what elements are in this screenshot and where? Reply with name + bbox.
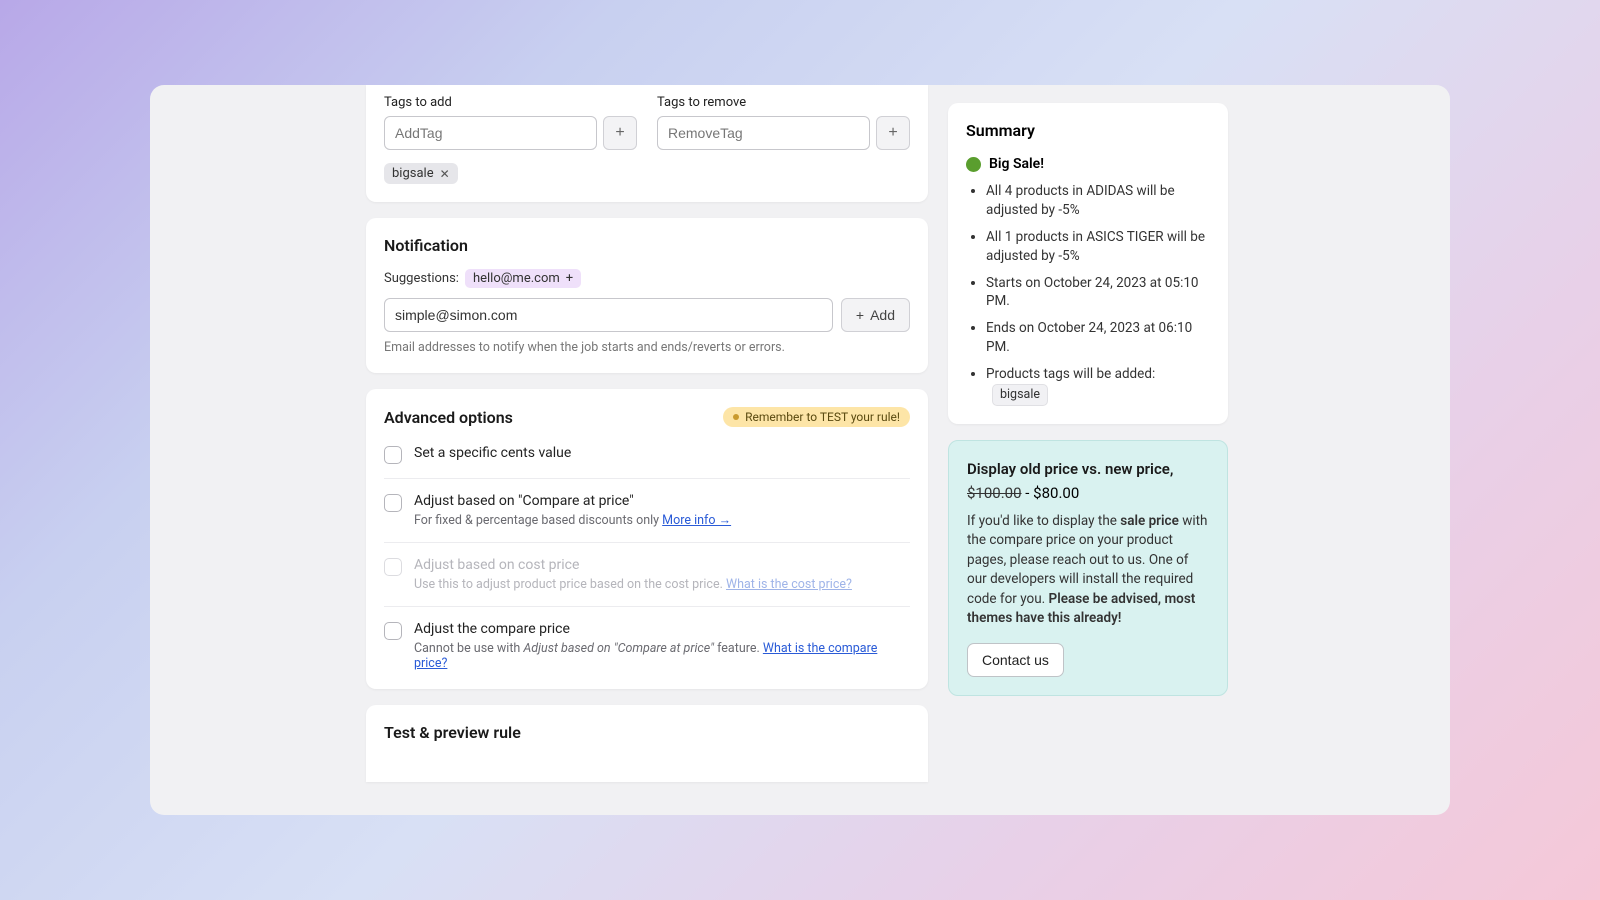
summary-item: All 1 products in ASICS TIGER will be ad…	[986, 228, 1210, 266]
tag-chip-label: bigsale	[392, 166, 434, 181]
tags-to-add-field: Tags to add +	[384, 95, 637, 150]
plus-icon: +	[566, 271, 573, 286]
test-warning-pill: Remember to TEST your rule!	[723, 407, 910, 427]
tags-to-remove-field: Tags to remove +	[657, 95, 910, 150]
summary-item-tags: Products tags will be added: bigsale	[986, 365, 1210, 405]
suggestions-label: Suggestions:	[384, 271, 459, 286]
summary-card: Summary Big Sale! All 4 products in ADID…	[948, 103, 1228, 424]
test-preview-title: Test & preview rule	[384, 723, 910, 742]
close-icon[interactable]: ✕	[440, 167, 450, 181]
tags-to-remove-label: Tags to remove	[657, 95, 910, 110]
suggestion-chip[interactable]: hello@me.com +	[465, 269, 581, 288]
checkbox	[384, 558, 402, 576]
tags-to-remove-input[interactable]	[657, 116, 870, 150]
option-subtext-italic: Adjust based on "Compare at price"	[523, 641, 714, 656]
app-shell: Tags to add + Tags to remove	[150, 85, 1450, 815]
option-compare-at-price: Adjust based on "Compare at price" For f…	[384, 478, 910, 542]
tag-chip-bigsale[interactable]: bigsale ✕	[384, 163, 458, 184]
option-subtext: For fixed & percentage based discounts o…	[414, 513, 662, 528]
summary-tag-chip: bigsale	[992, 384, 1048, 406]
notification-title: Notification	[384, 236, 910, 255]
option-title: Set a specific cents value	[414, 445, 910, 461]
info-card: Display old price vs. new price, $100.00…	[948, 440, 1228, 696]
notification-card: Notification Suggestions: hello@me.com +…	[366, 218, 928, 373]
plus-icon: +	[856, 307, 864, 323]
notification-email-input[interactable]	[384, 298, 833, 332]
add-email-label: Add	[870, 307, 895, 323]
left-spacer	[150, 85, 366, 815]
option-subtext: Use this to adjust product price based o…	[414, 577, 726, 592]
new-price: $80.00	[1033, 484, 1079, 502]
suggestion-email: hello@me.com	[473, 271, 560, 286]
test-preview-card: Test & preview rule	[366, 705, 928, 782]
status-dot-icon	[966, 157, 981, 172]
option-title: Adjust based on cost price	[414, 557, 910, 573]
summary-item: All 4 products in ADIDAS will be adjuste…	[986, 182, 1210, 220]
remove-tag-button[interactable]: +	[876, 116, 910, 150]
option-title: Adjust based on "Compare at price"	[414, 493, 910, 509]
option-title: Adjust the compare price	[414, 621, 910, 637]
option-adjust-compare-price: Adjust the compare price Cannot be use w…	[384, 606, 910, 685]
more-info-link[interactable]: More info →	[662, 513, 731, 528]
add-email-button[interactable]: + Add	[841, 298, 910, 332]
checkbox[interactable]	[384, 446, 402, 464]
right-column: Summary Big Sale! All 4 products in ADID…	[948, 85, 1228, 815]
add-tag-button[interactable]: +	[603, 116, 637, 150]
summary-item: Ends on October 24, 2023 at 06:10 PM.	[986, 319, 1210, 357]
plus-icon: +	[888, 124, 897, 142]
checkbox[interactable]	[384, 622, 402, 640]
tags-to-add-label: Tags to add	[384, 95, 637, 110]
rule-name: Big Sale!	[989, 156, 1044, 172]
old-price: $100.00	[967, 484, 1022, 502]
tags-to-add-input[interactable]	[384, 116, 597, 150]
notification-help: Email addresses to notify when the job s…	[384, 340, 910, 355]
checkbox[interactable]	[384, 494, 402, 512]
info-body: If you'd like to display the sale price …	[967, 512, 1209, 629]
summary-tags-label: Products tags will be added:	[986, 366, 1155, 382]
cost-price-link[interactable]: What is the cost price?	[726, 577, 852, 592]
option-cost-price: Adjust based on cost price Use this to a…	[384, 542, 910, 606]
option-subtext-pre: Cannot be use with	[414, 641, 523, 656]
warning-dot-icon	[733, 414, 739, 420]
option-subtext-post: feature.	[714, 641, 763, 656]
contact-us-button[interactable]: Contact us	[967, 643, 1064, 677]
advanced-card: Advanced options Remember to TEST your r…	[366, 389, 928, 689]
main-column: Tags to add + Tags to remove	[366, 85, 928, 815]
test-warning-text: Remember to TEST your rule!	[745, 410, 900, 424]
info-heading: Display old price vs. new price,	[967, 459, 1209, 480]
summary-title: Summary	[966, 121, 1210, 140]
summary-item: Starts on October 24, 2023 at 05:10 PM.	[986, 274, 1210, 312]
tags-card: Tags to add + Tags to remove	[366, 85, 928, 202]
price-comparison: $100.00 - $80.00	[967, 484, 1209, 502]
plus-icon: +	[615, 124, 624, 142]
option-cents-value: Set a specific cents value	[384, 441, 910, 478]
advanced-title: Advanced options	[384, 408, 513, 427]
